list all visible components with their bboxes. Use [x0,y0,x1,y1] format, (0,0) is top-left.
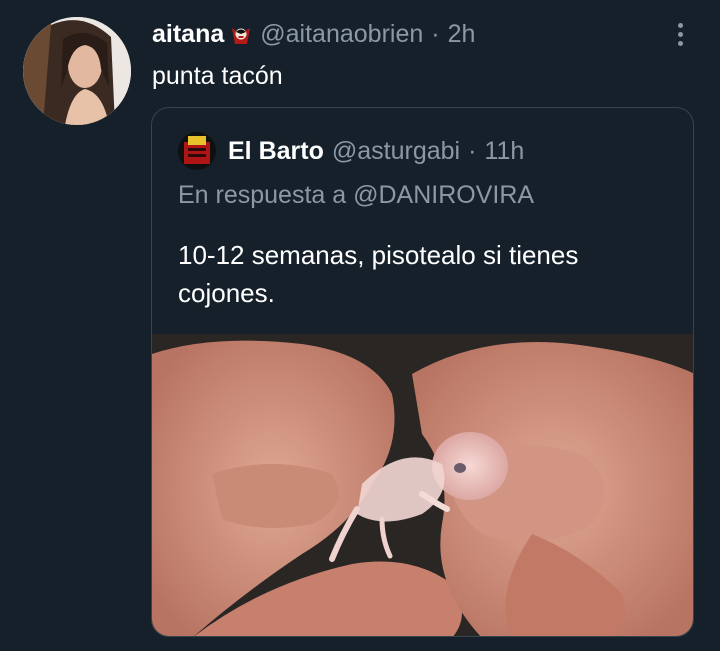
quoted-timestamp[interactable]: 11h [484,137,524,166]
reply-target-handle[interactable]: @DANIROVIRA [353,181,534,209]
tweet-header: aitana @aitanaobrien · 2h [152,20,475,49]
author-handle[interactable]: @aitanaobrien [260,20,423,49]
quoted-author-handle[interactable]: @asturgabi [332,137,460,166]
vampire-emoji-icon [230,24,252,46]
author-avatar[interactable] [23,17,131,125]
reply-prefix: En respuesta a [178,181,347,209]
separator-dot: · [431,20,440,48]
tweet-timestamp[interactable]: 2h [448,20,476,49]
tweet-text: punta tacón [152,62,283,90]
quoted-tweet-text: 10-12 semanas, pisotealo si tienes cojon… [178,240,579,308]
quoted-tweet-header: El Barto @asturgabi · 11h [178,132,524,170]
separator-dot: · [468,136,477,165]
quoted-author-display-name[interactable]: El Barto [228,137,324,166]
reply-context: En respuesta a @DANIROVIRA [178,181,534,210]
quoted-author-avatar[interactable] [178,132,216,170]
more-options-icon[interactable] [668,18,692,50]
author-display-name[interactable]: aitana [152,20,224,49]
quoted-tweet-photo[interactable] [152,334,693,636]
quoted-tweet-card[interactable]: El Barto @asturgabi · 11h En respuesta a… [151,107,694,637]
